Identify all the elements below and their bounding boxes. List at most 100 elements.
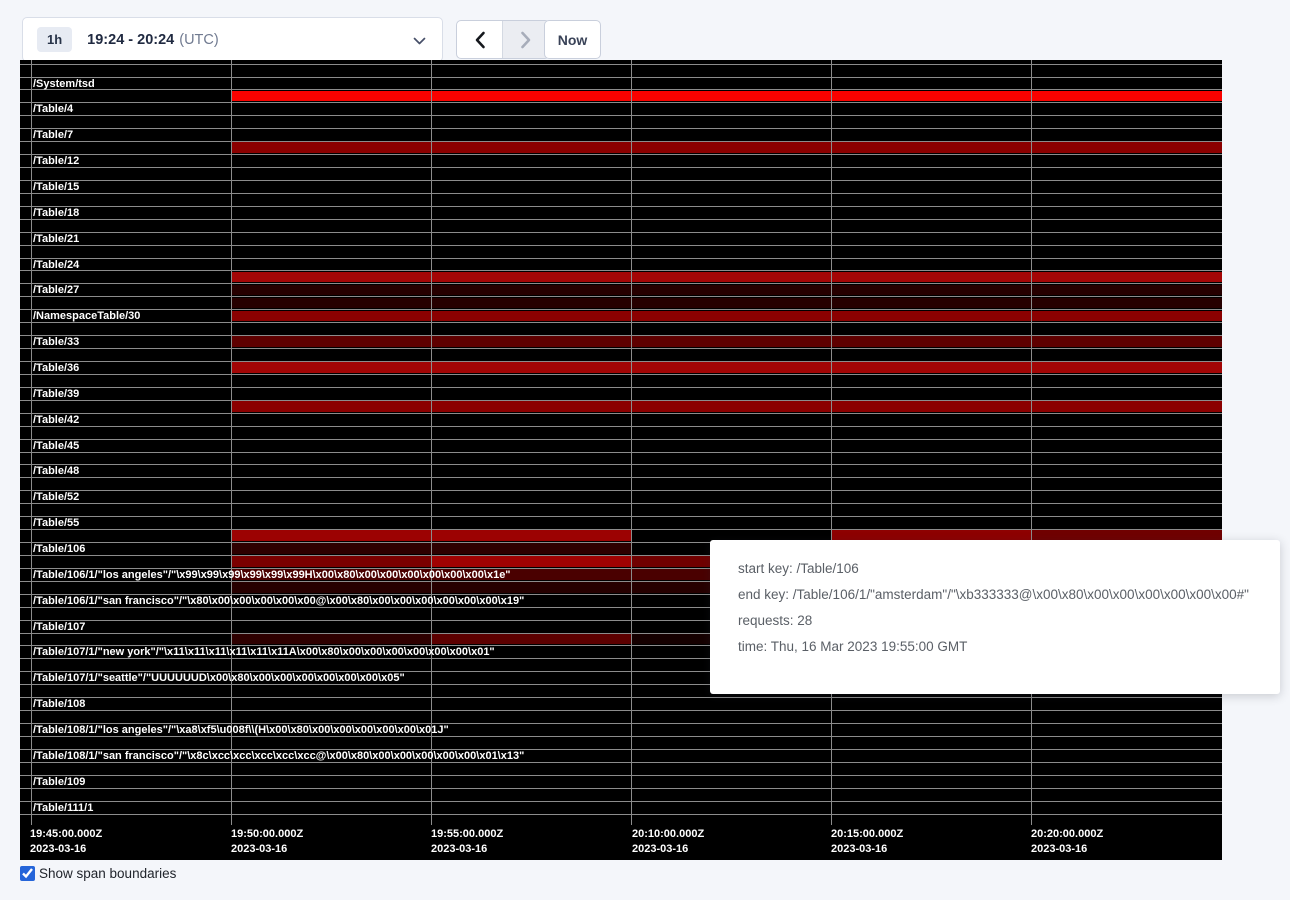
grid-hline — [20, 814, 1222, 815]
grid-hline — [20, 801, 1222, 802]
heat-band[interactable] — [231, 634, 431, 645]
heat-band[interactable] — [231, 298, 1222, 309]
row-label: /Table/107 — [33, 621, 85, 633]
axis-tick: 19:45:00.000Z2023-03-16 — [30, 827, 102, 857]
show-span-boundaries-label: Show span boundaries — [39, 866, 176, 881]
tooltip-start-key: start key: /Table/106 — [738, 560, 1252, 578]
row-label: /Table/42 — [33, 414, 79, 426]
grid-hline — [20, 258, 1222, 259]
grid-hline — [20, 296, 1222, 297]
axis-tick-time: 19:50:00.000Z — [231, 827, 303, 842]
row-label: /Table/39 — [33, 388, 79, 400]
row-label: /System/tsd — [33, 78, 95, 90]
heat-band[interactable] — [231, 336, 1222, 347]
chevron-left-icon — [474, 31, 486, 49]
row-label: /Table/111/1 — [33, 802, 93, 814]
row-label: /Table/48 — [33, 465, 79, 477]
heat-band[interactable] — [431, 556, 631, 567]
grid-hline — [20, 490, 1222, 491]
heat-band[interactable] — [431, 634, 631, 645]
heat-band[interactable] — [231, 285, 1222, 296]
heat-band[interactable] — [231, 311, 1222, 322]
time-nav-group — [456, 20, 550, 59]
axis-tick-time: 20:15:00.000Z — [831, 827, 903, 842]
tooltip-requests: requests: 28 — [738, 612, 1252, 630]
grid-hline — [20, 283, 1222, 284]
grid-hline — [20, 529, 1222, 530]
axis-tick: 19:50:00.000Z2023-03-16 — [231, 827, 303, 857]
axis-tick-time: 20:20:00.000Z — [1031, 827, 1103, 842]
grid-hline — [20, 193, 1222, 194]
axis-tick-time: 19:45:00.000Z — [30, 827, 102, 842]
grid-hline — [20, 232, 1222, 233]
now-button[interactable]: Now — [544, 20, 601, 59]
row-label: /Table/12 — [33, 155, 79, 167]
grid-hline — [20, 206, 1222, 207]
axis-tick-time: 20:10:00.000Z — [632, 827, 704, 842]
grid-hline — [20, 128, 1222, 129]
row-label: /Table/108 — [33, 698, 85, 710]
heat-band[interactable] — [231, 272, 1222, 283]
grid-hline — [20, 270, 1222, 271]
row-label: /Table/18 — [33, 207, 79, 219]
grid-hline — [20, 335, 1222, 336]
tooltip-end-key: end key: /Table/106/1/"amsterdam"/"\xb33… — [738, 586, 1252, 604]
row-label: /Table/4 — [33, 103, 73, 115]
row-label: /Table/45 — [33, 440, 79, 452]
heat-band[interactable] — [231, 362, 1222, 373]
heat-band[interactable] — [231, 91, 1222, 102]
heat-band[interactable] — [231, 142, 1222, 153]
time-window-badge: 1h — [37, 27, 72, 52]
tooltip-time: time: Thu, 16 Mar 2023 19:55:00 GMT — [738, 638, 1252, 656]
prev-time-button[interactable] — [457, 21, 503, 58]
time-axis: 19:45:00.000Z2023-03-1619:50:00.000Z2023… — [20, 825, 1222, 860]
grid-hline — [20, 400, 1222, 401]
grid-vline — [1031, 60, 1032, 825]
keyvis-canvas[interactable]: /System/tsd/Table/4/Table/7/Table/12/Tab… — [20, 60, 1222, 860]
time-range-text: 19:24 - 20:24 — [87, 32, 174, 48]
grid-hline — [20, 141, 1222, 142]
heat-band[interactable] — [231, 556, 431, 567]
axis-tick: 20:20:00.000Z2023-03-16 — [1031, 827, 1103, 857]
row-label: /NamespaceTable/30 — [33, 310, 140, 322]
footer: Show span boundaries — [20, 866, 176, 881]
axis-tick-date: 2023-03-16 — [1031, 842, 1103, 857]
grid-hline — [20, 154, 1222, 155]
next-time-button[interactable] — [503, 21, 549, 58]
row-label: /Table/107/1/"new york"/"\x11\x11\x11\x1… — [33, 646, 495, 658]
show-span-boundaries-toggle[interactable]: Show span boundaries — [20, 866, 176, 881]
grid-hline — [20, 426, 1222, 427]
grid-vline — [31, 60, 32, 825]
grid-hline — [20, 788, 1222, 789]
heat-band[interactable] — [231, 401, 1222, 412]
keyvis-plot[interactable]: /System/tsd/Table/4/Table/7/Table/12/Tab… — [20, 60, 1222, 825]
grid-hline — [20, 309, 1222, 310]
grid-hline — [20, 361, 1222, 362]
grid-hline — [20, 710, 1222, 711]
grid-hline — [20, 413, 1222, 414]
grid-hline — [20, 89, 1222, 90]
row-label: /Table/106 — [33, 543, 85, 555]
grid-hline — [20, 516, 1222, 517]
row-label: /Table/15 — [33, 181, 79, 193]
grid-hline — [20, 219, 1222, 220]
grid-hline — [20, 167, 1222, 168]
row-label: /Table/108/1/"san francisco"/"\x8c\xcc\x… — [33, 750, 524, 762]
row-label: /Table/109 — [33, 776, 85, 788]
chevron-right-icon — [520, 31, 532, 49]
grid-hline — [20, 64, 1222, 65]
row-label: /Table/33 — [33, 336, 79, 348]
row-label: /Table/107/1/"seattle"/"UUUUUUD\x00\x80\… — [33, 672, 405, 684]
grid-hline — [20, 102, 1222, 103]
grid-hline — [20, 180, 1222, 181]
row-label: /Table/108/1/"los angeles"/"\xa8\xf5\u00… — [33, 724, 449, 736]
show-span-boundaries-checkbox[interactable] — [20, 866, 35, 881]
row-label: /Table/7 — [33, 129, 73, 141]
grid-hline — [20, 374, 1222, 375]
axis-tick-date: 2023-03-16 — [431, 842, 503, 857]
hover-tooltip: start key: /Table/106 end key: /Table/10… — [710, 540, 1280, 694]
grid-hline — [20, 477, 1222, 478]
axis-tick-date: 2023-03-16 — [632, 842, 704, 857]
row-label: /Table/55 — [33, 517, 79, 529]
time-range-select[interactable]: 1h 19:24 - 20:24 (UTC) — [22, 17, 443, 62]
